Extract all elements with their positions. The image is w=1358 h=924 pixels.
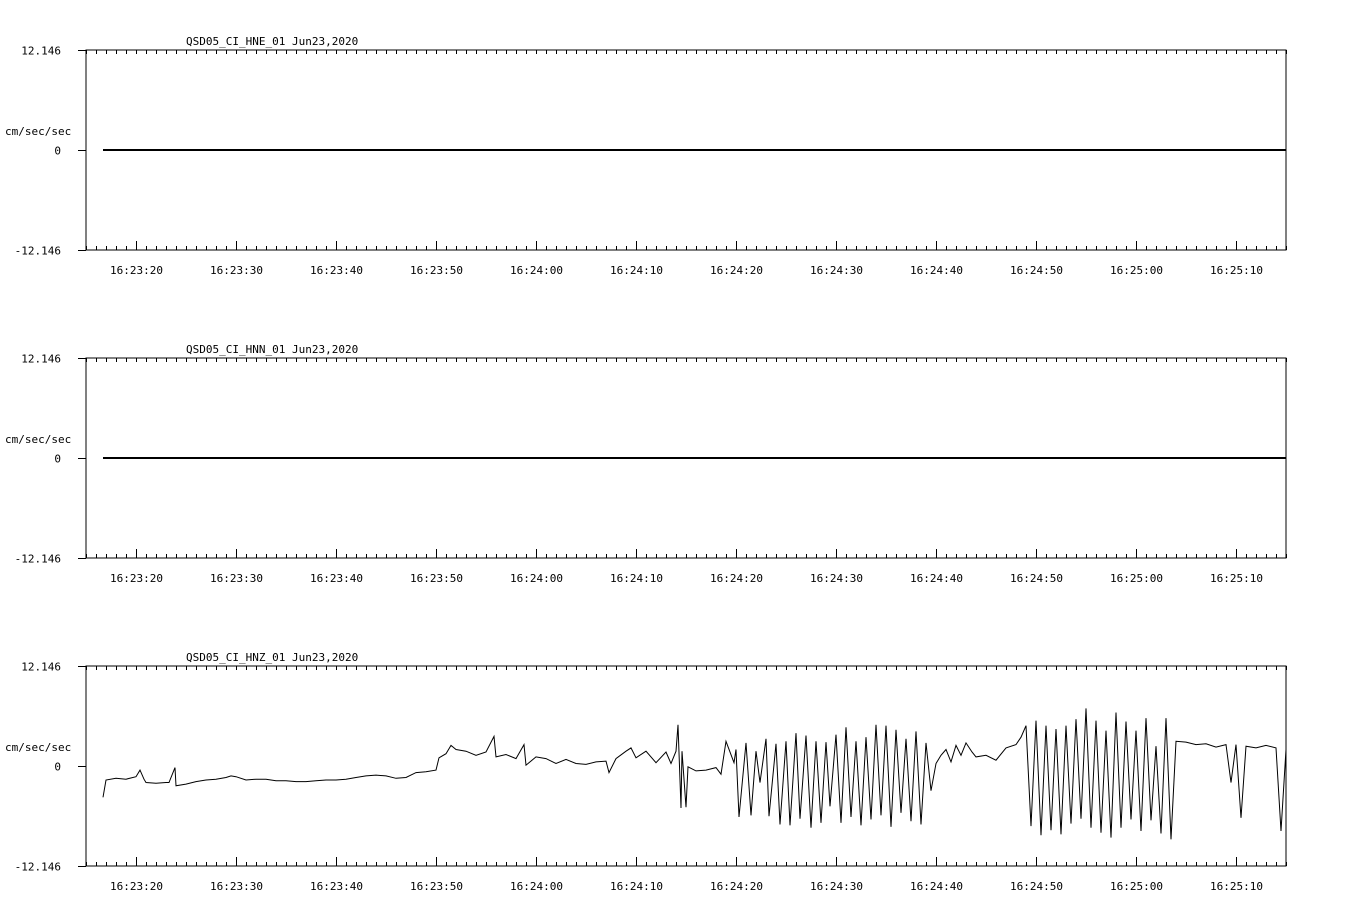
x-tick-label: 16:24:40 — [910, 880, 963, 893]
y-tick-label: 12.146 — [21, 661, 61, 674]
chart-panel: QSD05_CI_HNZ_01 Jun23,2020 12.146 0 -12.146… — [5, 651, 1287, 893]
seismogram-figure: QSD05_CI_HNE_01 Jun23,2020 12.146 0 -12.146… — [5, 35, 1287, 893]
x-tick-label: 16:24:20 — [710, 880, 763, 893]
chart-panel: QSD05_CI_HNE_01 Jun23,2020 12.146 0 -12.146… — [5, 35, 1287, 277]
x-tick-label: 16:23:40 — [310, 880, 363, 893]
x-tick-label: 16:23:50 — [410, 264, 463, 277]
chart-title: QSD05_CI_HNE_01 Jun23,2020 — [186, 35, 358, 48]
x-tick-label: 16:25:00 — [1110, 264, 1163, 277]
plot-frame — [85, 665, 1287, 867]
x-tick-label: 16:24:10 — [610, 880, 663, 893]
x-tick-label: 16:24:30 — [810, 264, 863, 277]
x-tick-label: 16:24:30 — [810, 572, 863, 585]
y-axis-label: cm/sec/sec — [5, 433, 71, 446]
y-tick-label: 0 — [54, 761, 61, 774]
y-tick-label: -12.146 — [15, 553, 61, 566]
x-tick-label: 16:24:30 — [810, 880, 863, 893]
x-tick-label: 16:24:40 — [910, 572, 963, 585]
x-tick-label: 16:23:50 — [410, 880, 463, 893]
x-tick-label: 16:25:10 — [1210, 572, 1263, 585]
x-tick-label: 16:24:50 — [1010, 880, 1063, 893]
y-tick-label: 12.146 — [21, 45, 61, 58]
x-tick-label: 16:25:10 — [1210, 264, 1263, 277]
x-tick-label: 16:24:50 — [1010, 264, 1063, 277]
x-tick-label: 16:24:50 — [1010, 572, 1063, 585]
x-tick-label: 16:24:00 — [510, 572, 563, 585]
x-tick-label: 16:24:40 — [910, 264, 963, 277]
x-tick-label: 16:24:00 — [510, 880, 563, 893]
x-tick-label: 16:23:30 — [210, 264, 263, 277]
x-tick-label: 16:23:40 — [310, 572, 363, 585]
y-tick-label: -12.146 — [15, 861, 61, 874]
x-tick-label: 16:23:40 — [310, 264, 363, 277]
x-tick-label: 16:24:10 — [610, 572, 663, 585]
x-tick-label: 16:24:00 — [510, 264, 563, 277]
y-tick-label: 12.146 — [21, 353, 61, 366]
chart-title: QSD05_CI_HNN_01 Jun23,2020 — [186, 343, 358, 356]
x-tick-label: 16:24:20 — [710, 264, 763, 277]
x-tick-label: 16:24:20 — [710, 572, 763, 585]
x-tick-label: 16:23:20 — [110, 880, 163, 893]
x-tick-label: 16:25:00 — [1110, 880, 1163, 893]
chart-title: QSD05_CI_HNZ_01 Jun23,2020 — [186, 651, 358, 664]
x-tick-label: 16:23:50 — [410, 572, 463, 585]
y-axis-label: cm/sec/sec — [5, 125, 71, 138]
y-tick-label: 0 — [54, 453, 61, 466]
series-line — [102, 708, 1287, 840]
x-tick-label: 16:23:30 — [210, 880, 263, 893]
y-tick-label: 0 — [54, 145, 61, 158]
x-tick-label: 16:24:10 — [610, 264, 663, 277]
y-axis-label: cm/sec/sec — [5, 741, 71, 754]
x-tick-label: 16:25:10 — [1210, 880, 1263, 893]
y-tick-label: -12.146 — [15, 245, 61, 258]
chart-panel: QSD05_CI_HNN_01 Jun23,2020 12.146 0 -12.146… — [5, 343, 1287, 585]
x-tick-label: 16:25:00 — [1110, 572, 1163, 585]
x-tick-label: 16:23:30 — [210, 572, 263, 585]
x-tick-label: 16:23:20 — [110, 572, 163, 585]
x-tick-label: 16:23:20 — [110, 264, 163, 277]
